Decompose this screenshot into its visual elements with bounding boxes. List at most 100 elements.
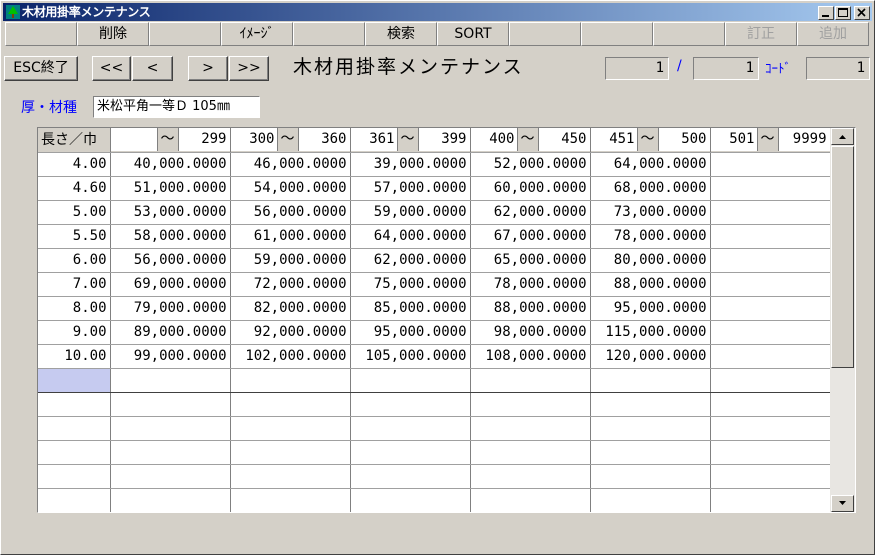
rate-cell[interactable] <box>110 368 231 393</box>
rate-cell[interactable] <box>710 152 831 177</box>
rate-cell[interactable] <box>230 464 351 489</box>
rate-cell[interactable]: 62,000.0000 <box>350 248 471 273</box>
rate-cell[interactable] <box>470 368 591 393</box>
length-cell[interactable] <box>38 416 111 441</box>
rate-cell[interactable]: 64,000.0000 <box>590 152 711 177</box>
rate-cell[interactable] <box>710 368 831 393</box>
rate-cell[interactable] <box>590 368 711 393</box>
table-row[interactable] <box>38 416 831 441</box>
rate-cell[interactable]: 46,000.0000 <box>230 152 351 177</box>
rate-cell[interactable]: 88,000.0000 <box>470 296 591 321</box>
rate-cell[interactable]: 52,000.0000 <box>470 152 591 177</box>
prev-record-button[interactable]: < <box>132 56 173 81</box>
rate-cell[interactable]: 40,000.0000 <box>110 152 231 177</box>
length-cell[interactable] <box>38 464 111 489</box>
width-range-header[interactable]: 361 ～ 399 <box>350 128 471 153</box>
rate-cell[interactable]: 57,000.0000 <box>350 176 471 201</box>
table-row[interactable] <box>38 392 831 417</box>
rate-cell[interactable] <box>710 488 831 512</box>
rate-cell[interactable] <box>710 464 831 489</box>
last-record-button[interactable]: >> <box>229 56 269 81</box>
maximize-button[interactable] <box>835 6 851 20</box>
rate-cell[interactable] <box>590 440 711 465</box>
rate-cell[interactable] <box>350 440 471 465</box>
range-to[interactable]: 360 <box>298 128 349 151</box>
vertical-scrollbar[interactable] <box>830 128 855 512</box>
rate-cell[interactable]: 60,000.0000 <box>470 176 591 201</box>
first-record-button[interactable]: << <box>92 56 131 81</box>
rate-cell[interactable] <box>590 392 711 417</box>
rate-cell[interactable]: 95,000.0000 <box>590 296 711 321</box>
rate-cell[interactable] <box>590 416 711 441</box>
rate-cell[interactable] <box>230 440 351 465</box>
rate-cell[interactable]: 102,000.0000 <box>230 344 351 369</box>
correct-button[interactable]: 訂正 <box>725 22 797 46</box>
table-row[interactable]: 4.60 51,000.0000 54,000.0000 57,000.0000 60,… <box>38 176 831 201</box>
add-button[interactable]: 追加 <box>797 22 869 46</box>
table-row[interactable]: 8.00 79,000.0000 82,000.0000 85,000.0000 88,… <box>38 296 831 321</box>
rate-cell[interactable]: 120,000.0000 <box>590 344 711 369</box>
rate-cell[interactable] <box>110 488 231 512</box>
rate-cell[interactable] <box>230 368 351 393</box>
table-row[interactable]: 10.00 99,000.0000 102,000.0000 105,000.0000… <box>38 344 831 369</box>
material-field[interactable]: 米松平角一等Ｄ 105㎜ <box>93 96 260 118</box>
table-row[interactable] <box>38 488 831 512</box>
length-cell[interactable] <box>38 368 111 393</box>
width-range-header[interactable]: 451 ～ 500 <box>590 128 711 153</box>
rate-cell[interactable]: 56,000.0000 <box>110 248 231 273</box>
rate-cell[interactable]: 54,000.0000 <box>230 176 351 201</box>
table-row[interactable]: 5.00 53,000.0000 56,000.0000 59,000.0000 62,… <box>38 200 831 225</box>
table-row[interactable] <box>38 464 831 489</box>
esc-exit-button[interactable]: ESC終了 <box>4 56 78 81</box>
table-row[interactable] <box>38 368 831 393</box>
rate-cell[interactable] <box>230 488 351 512</box>
code-field[interactable]: 1 <box>806 57 870 80</box>
rate-cell[interactable]: 53,000.0000 <box>110 200 231 225</box>
rate-cell[interactable]: 72,000.0000 <box>230 272 351 297</box>
rate-cell[interactable] <box>590 464 711 489</box>
range-to[interactable]: 9999 <box>778 128 829 151</box>
rate-cell[interactable]: 108,000.0000 <box>470 344 591 369</box>
scroll-thumb[interactable] <box>831 146 854 368</box>
rate-cell[interactable]: 80,000.0000 <box>590 248 711 273</box>
rate-cell[interactable]: 62,000.0000 <box>470 200 591 225</box>
length-cell[interactable]: 4.00 <box>38 152 111 177</box>
rate-cell[interactable]: 85,000.0000 <box>350 296 471 321</box>
length-cell[interactable]: 4.60 <box>38 176 111 201</box>
table-row[interactable] <box>38 440 831 465</box>
rate-cell[interactable]: 58,000.0000 <box>110 224 231 249</box>
rate-cell[interactable] <box>710 176 831 201</box>
rate-cell[interactable] <box>710 200 831 225</box>
rate-cell[interactable] <box>350 392 471 417</box>
next-record-button[interactable]: > <box>188 56 228 81</box>
search-button[interactable]: 検索 <box>365 22 437 46</box>
range-from[interactable]: 361 <box>350 128 397 151</box>
range-to[interactable]: 500 <box>658 128 709 151</box>
rate-cell[interactable] <box>470 392 591 417</box>
image-button[interactable]: ｲﾒｰｼﾞ <box>221 22 293 46</box>
length-cell[interactable]: 5.50 <box>38 224 111 249</box>
fkey-9-button[interactable] <box>581 22 653 46</box>
rate-cell[interactable]: 56,000.0000 <box>230 200 351 225</box>
rate-cell[interactable]: 39,000.0000 <box>350 152 471 177</box>
rate-cell[interactable]: 105,000.0000 <box>350 344 471 369</box>
rate-cell[interactable]: 99,000.0000 <box>110 344 231 369</box>
rate-cell[interactable] <box>350 416 471 441</box>
table-row[interactable]: 7.00 69,000.0000 72,000.0000 75,000.0000 78,… <box>38 272 831 297</box>
rate-cell[interactable] <box>470 488 591 512</box>
range-from[interactable]: 300 <box>230 128 277 151</box>
rate-cell[interactable]: 88,000.0000 <box>590 272 711 297</box>
rate-cell[interactable]: 61,000.0000 <box>230 224 351 249</box>
rate-cell[interactable]: 98,000.0000 <box>470 320 591 345</box>
delete-button[interactable]: 削除 <box>77 22 149 46</box>
length-cell[interactable]: 10.00 <box>38 344 111 369</box>
rate-cell[interactable]: 78,000.0000 <box>470 272 591 297</box>
fkey-1-button[interactable] <box>5 22 77 46</box>
rate-cell[interactable] <box>110 416 231 441</box>
range-from[interactable]: 400 <box>470 128 517 151</box>
rate-cell[interactable] <box>710 272 831 297</box>
rate-cell[interactable] <box>710 392 831 417</box>
length-cell[interactable] <box>38 488 111 512</box>
scroll-up-button[interactable] <box>831 128 854 145</box>
rate-cell[interactable]: 75,000.0000 <box>350 272 471 297</box>
